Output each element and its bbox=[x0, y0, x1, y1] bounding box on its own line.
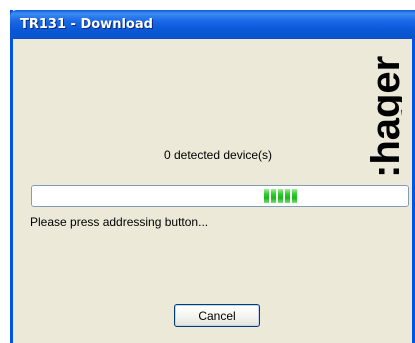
download-dialog: TR131 - Download :hager 0 detected devic… bbox=[10, 10, 415, 343]
instruction-label: Please press addressing button... bbox=[30, 215, 209, 229]
detected-devices-label: 0 detected device(s) bbox=[163, 148, 273, 162]
cancel-button[interactable]: Cancel bbox=[174, 304, 260, 327]
download-progress-bar bbox=[31, 185, 409, 207]
progress-block bbox=[264, 189, 269, 203]
hager-logo: :hager bbox=[368, 48, 402, 178]
progress-block bbox=[278, 189, 283, 203]
progress-marquee bbox=[264, 189, 297, 203]
window-title: TR131 - Download bbox=[20, 17, 153, 32]
title-bar[interactable]: TR131 - Download bbox=[10, 10, 415, 39]
progress-block bbox=[285, 189, 290, 203]
progress-block bbox=[271, 189, 276, 203]
progress-block bbox=[292, 189, 297, 203]
svg-text::hager: :hager bbox=[368, 56, 402, 178]
